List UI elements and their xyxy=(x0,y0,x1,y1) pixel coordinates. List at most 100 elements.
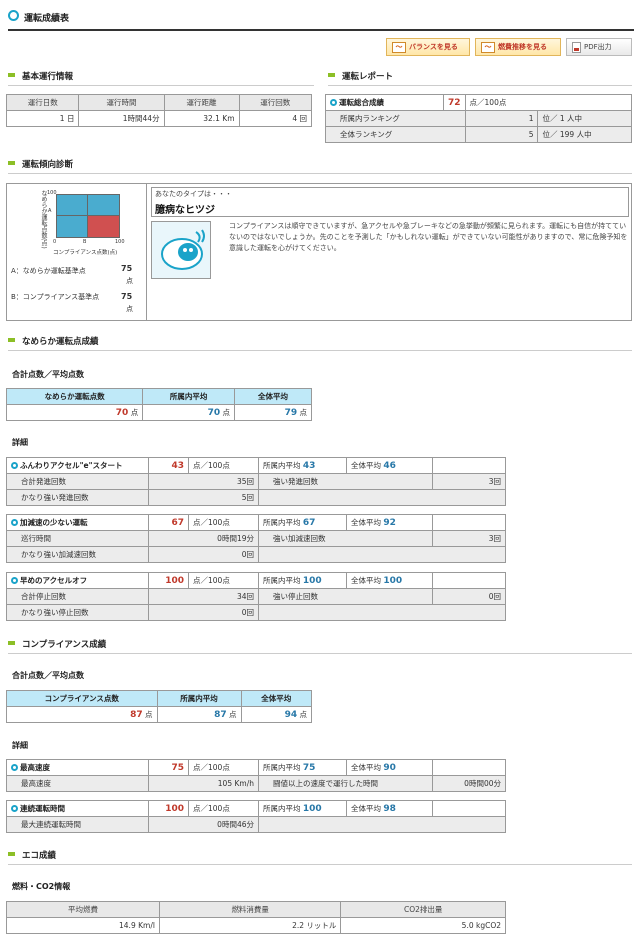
a-unit: 点 xyxy=(126,277,133,285)
office-rank-unit: 位／ 1 人中 xyxy=(537,110,632,127)
item-name: 加減速の少ない運転 xyxy=(20,518,88,527)
office-avg-label: 所属内平均 xyxy=(263,461,301,470)
chart-quad xyxy=(57,195,88,216)
type-chart xyxy=(56,194,120,238)
chart-icon: 〜 xyxy=(392,41,406,53)
compliance-office-avg: 87 xyxy=(214,710,227,720)
smooth-score: 70 xyxy=(115,408,129,418)
days-value: 1 日 xyxy=(5,110,80,127)
smooth-total-heading: 合計点数／平均点数 xyxy=(12,370,84,379)
detail-value: 0時間00分 xyxy=(432,775,506,792)
circle-icon xyxy=(11,577,18,584)
detail-label: 合計停止回数 xyxy=(6,588,149,605)
b-value: 75 xyxy=(121,292,133,301)
office-avg-label: 所属内平均 xyxy=(263,804,301,813)
circle-icon xyxy=(11,764,18,771)
score-unit: 点／100点 xyxy=(188,759,259,776)
header-cell: 平均燃費 xyxy=(6,901,160,918)
unit: 点 xyxy=(299,408,308,417)
office-rank: 1 xyxy=(464,110,539,127)
detail-label: 最高速度 xyxy=(6,775,149,792)
item-all-avg: 100 xyxy=(383,576,403,586)
detail-value: 5回 xyxy=(148,489,259,506)
total-score: 72 xyxy=(443,94,466,111)
header-cell: 運行日数 xyxy=(5,94,80,111)
fuel-economy-value: 14.9 Km/l xyxy=(6,917,160,934)
score-unit: 点／100点 xyxy=(188,572,259,589)
circle-icon xyxy=(330,99,337,106)
detail-value: 0回 xyxy=(148,604,259,621)
item-all-avg: 46 xyxy=(383,461,396,471)
item-name: 連続運転時間 xyxy=(20,804,65,813)
item-office-avg: 75 xyxy=(302,763,316,773)
compliance-total-heading: 合計点数／平均点数 xyxy=(12,671,84,680)
balance-button[interactable]: 〜バランスを見る xyxy=(386,38,470,56)
fuel-trend-button[interactable]: 〜燃費推移を見る xyxy=(475,38,561,56)
eco-subheading: 燃料・CO2情報 xyxy=(12,882,71,891)
empty-cell xyxy=(258,816,506,833)
detail-value: 0時間46分 xyxy=(148,816,259,833)
chart-icon: 〜 xyxy=(481,41,495,53)
item-office-avg: 100 xyxy=(302,576,322,586)
item-office-avg: 100 xyxy=(302,804,322,814)
detail-value: 3回 xyxy=(432,473,506,490)
empty-cell xyxy=(537,94,632,111)
total-score-label-text: 運転総合成績 xyxy=(339,98,384,107)
detail-value: 35回 xyxy=(148,473,259,490)
co2-value: 5.0 kgCO2 xyxy=(340,917,506,934)
item-score: 100 xyxy=(148,800,189,817)
header-cell: コンプライアンス点数 xyxy=(6,690,158,707)
all-rank-unit: 位／ 199 人中 xyxy=(537,126,632,143)
detail-label: 巡行時間 xyxy=(6,530,149,547)
office-rank-label: 所属内ランキング xyxy=(325,110,466,127)
all-avg-label: 全体平均 xyxy=(351,576,381,585)
compliance-item-table: 最高速度 75 点／100点 所属内平均 75 全体平均 90 最高速度 105 Km/h… xyxy=(6,759,506,792)
header-cell: 運行距離 xyxy=(163,94,240,111)
diagnosis-heading: 運転傾向診断 xyxy=(8,158,632,174)
circle-icon xyxy=(11,462,18,469)
unit: 点 xyxy=(299,710,308,719)
item-name: 早めのアクセルオフ xyxy=(20,576,88,585)
detail-value: 105 Km/h xyxy=(148,775,259,792)
detail-value: 0回 xyxy=(432,588,506,605)
report-heading: 運転レポート xyxy=(328,70,632,86)
all-avg-label: 全体平均 xyxy=(351,763,381,772)
empty-cell xyxy=(258,489,506,506)
detail-label: 強い停止回数 xyxy=(258,588,433,605)
circle-icon xyxy=(11,805,18,812)
compliance-total-table: コンプライアンス点数 所属内平均 全体平均 87 点 87 点 94 点 xyxy=(6,690,313,723)
fuel-consumption-value: 2.2 リットル xyxy=(158,917,342,934)
chart-ylabel: なめらか運転点数(点) xyxy=(40,190,47,249)
header-cell: 所属内平均 xyxy=(156,690,242,707)
count-value: 4 回 xyxy=(238,110,312,127)
smooth-all-avg: 79 xyxy=(284,408,298,418)
type-intro: あなたのタイプは・・・ xyxy=(155,190,232,198)
unit: 点 xyxy=(229,710,237,719)
compliance-all-avg: 94 xyxy=(284,710,298,720)
detail-label: 合計発進回数 xyxy=(6,473,149,490)
chart-b-marker: B xyxy=(83,239,87,245)
item-score: 100 xyxy=(148,572,189,589)
chart-x100: 100 xyxy=(115,239,125,245)
detail-label: 最大連続運転時間 xyxy=(6,816,149,833)
pdf-export-button[interactable]: PDF出力 xyxy=(566,38,632,56)
office-avg-label: 所属内平均 xyxy=(263,576,301,585)
compliance-item-table: 連続運転時間 100 点／100点 所属内平均 100 全体平均 98 最大連続運転時間… xyxy=(6,800,506,833)
header-cell: 全体平均 xyxy=(233,388,313,405)
item-all-avg: 98 xyxy=(383,804,396,814)
detail-label: 強い加減速回数 xyxy=(258,530,433,547)
empty-cell xyxy=(432,759,506,776)
item-name: ふんわりアクセル"e"スタート xyxy=(20,461,123,470)
detail-value: 0回 xyxy=(148,546,259,563)
all-rank-label: 全体ランキング xyxy=(325,126,466,143)
detail-value: 3回 xyxy=(432,530,506,547)
item-score: 67 xyxy=(148,514,189,531)
detail-value: 34回 xyxy=(148,588,259,605)
smooth-heading: なめらか運転点成績 xyxy=(8,335,632,351)
fuel-trend-button-label: 燃費推移を見る xyxy=(498,43,547,51)
a-label: A：なめらか運転基準点 xyxy=(11,267,86,275)
page-title: 運転成績表 xyxy=(24,14,70,24)
empty-cell xyxy=(258,604,506,621)
smooth-item-table: 加減速の少ない運転 67 点／100点 所属内平均 67 全体平均 92 巡行時間 0時間… xyxy=(6,514,506,563)
smooth-total-table: なめらか運転点数 所属内平均 全体平均 70 点 70 点 79 点 xyxy=(5,388,313,421)
